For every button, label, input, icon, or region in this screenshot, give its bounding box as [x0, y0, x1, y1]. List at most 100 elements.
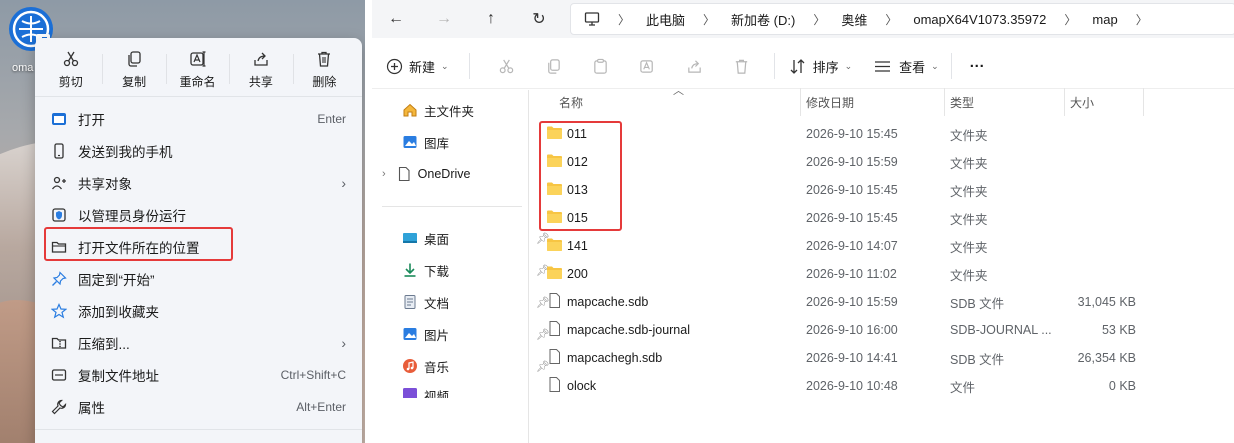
file-name: mapcache.sdb-journal — [567, 323, 690, 337]
folder-row[interactable]: 013 2026-9-10 15:45 文件夹 — [529, 176, 1234, 204]
file-type: SDB-JOURNAL ... — [950, 323, 1052, 337]
cut-command[interactable] — [498, 58, 515, 75]
refresh-button[interactable]: ↻ — [529, 9, 549, 29]
column-header-type[interactable]: 类型 — [950, 88, 974, 116]
file-name: 015 — [567, 211, 588, 225]
delete-command[interactable] — [733, 58, 750, 75]
column-header-date[interactable]: 修改日期 — [806, 88, 854, 116]
menu-item-open-file-location[interactable]: 打开文件所在的位置 — [35, 231, 362, 263]
scissors-icon — [499, 59, 513, 73]
file-date: 2026-9-10 11:02 — [806, 267, 897, 281]
document-icon — [398, 166, 410, 182]
file-size: 26,354 KB — [1077, 351, 1136, 365]
file-row[interactable]: olock 2026-9-10 10:48 文件 0 KB — [529, 372, 1234, 400]
breadcrumb-item[interactable]: 奥维 — [841, 10, 867, 29]
file-name-cell: 015 — [546, 204, 588, 232]
breadcrumb-item[interactable]: 新加卷 (D:) — [731, 10, 795, 29]
folder-row[interactable]: 141 2026-9-10 14:07 文件夹 — [529, 232, 1234, 260]
menu-item-label: 打开文件所在的位置 — [78, 241, 200, 256]
file-name: 012 — [567, 155, 588, 169]
trash-icon — [735, 59, 747, 74]
menu-item-label: 添加到收藏夹 — [78, 305, 159, 320]
rename-label: 重命名 — [179, 75, 216, 89]
open-app-icon — [52, 113, 66, 125]
chevron-right-icon: 〉 — [1064, 12, 1077, 27]
rename-command[interactable] — [639, 58, 656, 75]
file-size: 31,045 KB — [1077, 295, 1136, 309]
sort-ascending-icon: ︿ — [673, 85, 684, 97]
rename-button[interactable]: 重命名 — [165, 44, 229, 96]
file-size — [1066, 260, 1136, 288]
file-type: 文件夹 — [950, 212, 988, 227]
menu-item-label: 打开 — [78, 113, 105, 128]
breadcrumb-item[interactable]: 此电脑 — [646, 10, 685, 29]
copy-label: 复制 — [122, 75, 147, 89]
file-list: 名称 ︿ 修改日期 类型 大小 011 2026-9-10 15:45 文件夹 … — [529, 85, 1234, 443]
navigation-pane: 主文件夹 图库 › OneDrive 桌面 📌︎ 下载 📌︎ 文档 📌︎ 图片 … — [372, 90, 550, 443]
menu-item-label: 以管理员身份运行 — [78, 209, 186, 224]
menu-item-properties[interactable]: 属性 Alt+Enter — [35, 391, 362, 423]
folder-row[interactable]: 011 2026-9-10 15:45 文件夹 — [529, 120, 1234, 148]
delete-button[interactable]: 删除 — [292, 44, 356, 96]
menu-item-label: 压缩到... — [78, 337, 130, 352]
file-type: 文件夹 — [950, 268, 988, 283]
view-label: 查看 — [899, 59, 926, 75]
menu-item-open[interactable]: 打开 Enter — [35, 103, 362, 135]
path-copy-icon — [51, 369, 67, 381]
folder-row[interactable]: 012 2026-9-10 15:59 文件夹 — [529, 148, 1234, 176]
menu-item-pin-to-start[interactable]: 固定到“开始” — [35, 263, 362, 295]
breadcrumb-item[interactable]: omapX64V1073.35972 — [913, 12, 1046, 27]
file-name-cell: 011 — [546, 120, 587, 148]
file-size — [1066, 232, 1136, 260]
menu-item-send-to-phone[interactable]: 发送到我的手机 — [35, 135, 362, 167]
file-row[interactable]: mapcachegh.sdb 2026-9-10 14:41 SDB 文件 26… — [529, 344, 1234, 372]
copy-command[interactable] — [545, 58, 562, 75]
file-name: olock — [567, 379, 597, 393]
paste-command[interactable] — [592, 58, 609, 75]
column-separator[interactable] — [800, 88, 801, 116]
column-separator[interactable] — [1064, 88, 1065, 116]
file-row[interactable]: mapcache.sdb 2026-9-10 15:59 SDB 文件 31,0… — [529, 288, 1234, 316]
menu-item-shortcut: Enter — [317, 112, 346, 126]
share-button[interactable]: 共享 — [229, 44, 292, 96]
folder-row[interactable]: 200 2026-9-10 11:02 文件夹 — [529, 260, 1234, 288]
menu-item-copy-path[interactable]: 复制文件地址 Ctrl+Shift+C — [35, 359, 362, 391]
file-icon — [549, 349, 560, 364]
file-name-cell: 013 — [546, 176, 588, 204]
view-button[interactable]: 查看 ⌄ — [874, 57, 939, 76]
sort-button[interactable]: 排序 ⌄ — [789, 57, 852, 76]
delete-label: 删除 — [312, 75, 337, 89]
column-label: 大小 — [1070, 95, 1095, 110]
clipboard-icon — [593, 58, 607, 74]
up-button[interactable]: ↑ — [481, 9, 501, 29]
more-options-button[interactable]: ··· — [970, 58, 985, 75]
nav-label: 图片 — [424, 328, 450, 343]
file-row[interactable]: mapcache.sdb-journal 2026-9-10 16:00 SDB… — [529, 316, 1234, 344]
file-date: 2026-9-10 15:59 — [806, 295, 898, 309]
folder-icon — [547, 182, 562, 195]
back-button[interactable]: ← — [386, 9, 406, 29]
cut-button[interactable]: 剪切 — [39, 44, 102, 96]
copy-button[interactable]: 复制 — [102, 44, 165, 96]
column-separator[interactable] — [944, 88, 945, 116]
new-button[interactable]: 新建 ⌄ — [386, 57, 449, 76]
folder-row[interactable]: 015 2026-9-10 15:45 文件夹 — [529, 204, 1234, 232]
sort-label: 排序 — [812, 59, 839, 75]
file-name: mapcachegh.sdb — [567, 351, 663, 365]
menu-item-add-to-favorites[interactable]: 添加到收藏夹 — [35, 295, 362, 327]
forward-button[interactable]: → — [434, 9, 454, 29]
column-header-name[interactable]: 名称 — [559, 88, 583, 116]
column-header-size[interactable]: 大小 — [1070, 88, 1094, 116]
nav-item-onedrive[interactable]: › OneDrive — [372, 162, 538, 186]
chevron-down-icon: ⌄ — [441, 60, 449, 71]
view-list-icon — [875, 60, 891, 72]
address-bar[interactable]: 〉 此电脑 〉 新加卷 (D:) 〉 奥维 〉 omapX64V1073.359… — [570, 3, 1234, 35]
nav-label: OneDrive — [417, 167, 471, 181]
share-command[interactable] — [686, 58, 703, 75]
menu-item-compress-to[interactable]: 压缩到... › — [35, 327, 362, 359]
menu-item-run-as-admin[interactable]: 以管理员身份运行 — [35, 199, 362, 231]
breadcrumb-item[interactable]: map — [1092, 12, 1117, 27]
menu-item-share-with[interactable]: 共享对象 › — [35, 167, 362, 199]
column-separator[interactable] — [1143, 88, 1144, 116]
zip-icon — [51, 337, 67, 349]
